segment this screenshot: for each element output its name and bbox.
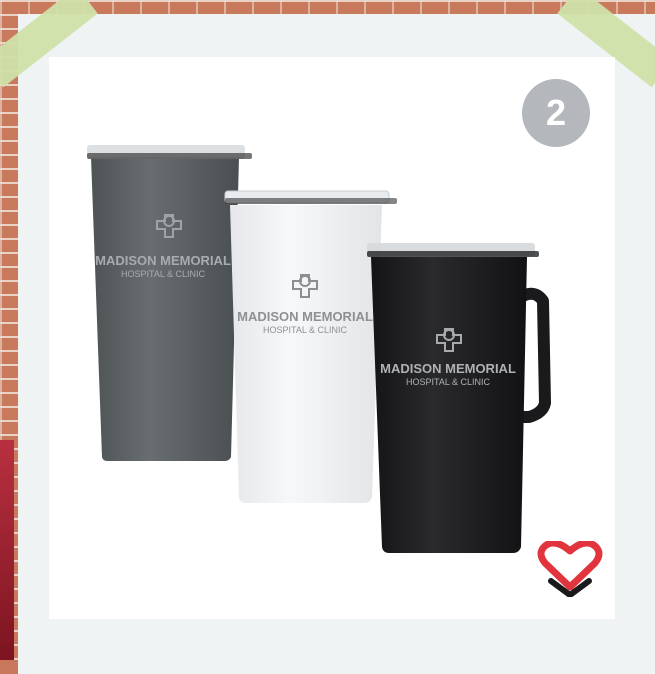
white-tumbler: MADISON MEMORIAL HOSPITAL & CLINIC	[224, 190, 397, 503]
black-brand-line1: MADISON MEMORIAL	[380, 361, 516, 376]
tumblers-illustration: MADISON MEMORIAL HOSPITAL & CLINIC MADIS…	[87, 145, 551, 553]
white-brand-line2: HOSPITAL & CLINIC	[263, 325, 348, 335]
gray-brand-line1: MADISON MEMORIAL	[95, 253, 231, 268]
heart-check-icon	[537, 541, 603, 597]
black-brand-line2: HOSPITAL & CLINIC	[406, 377, 491, 387]
black-mug: MADISON MEMORIAL HOSPITAL & CLINIC	[367, 243, 551, 553]
red-edge-decoration	[0, 440, 14, 660]
white-brand-line1: MADISON MEMORIAL	[237, 309, 373, 324]
product-photo[interactable]: 2 MADISON MEMORIAL HOSPITAL & CLINIC MAD…	[49, 57, 615, 619]
gray-brand-line2: HOSPITAL & CLINIC	[121, 269, 206, 279]
